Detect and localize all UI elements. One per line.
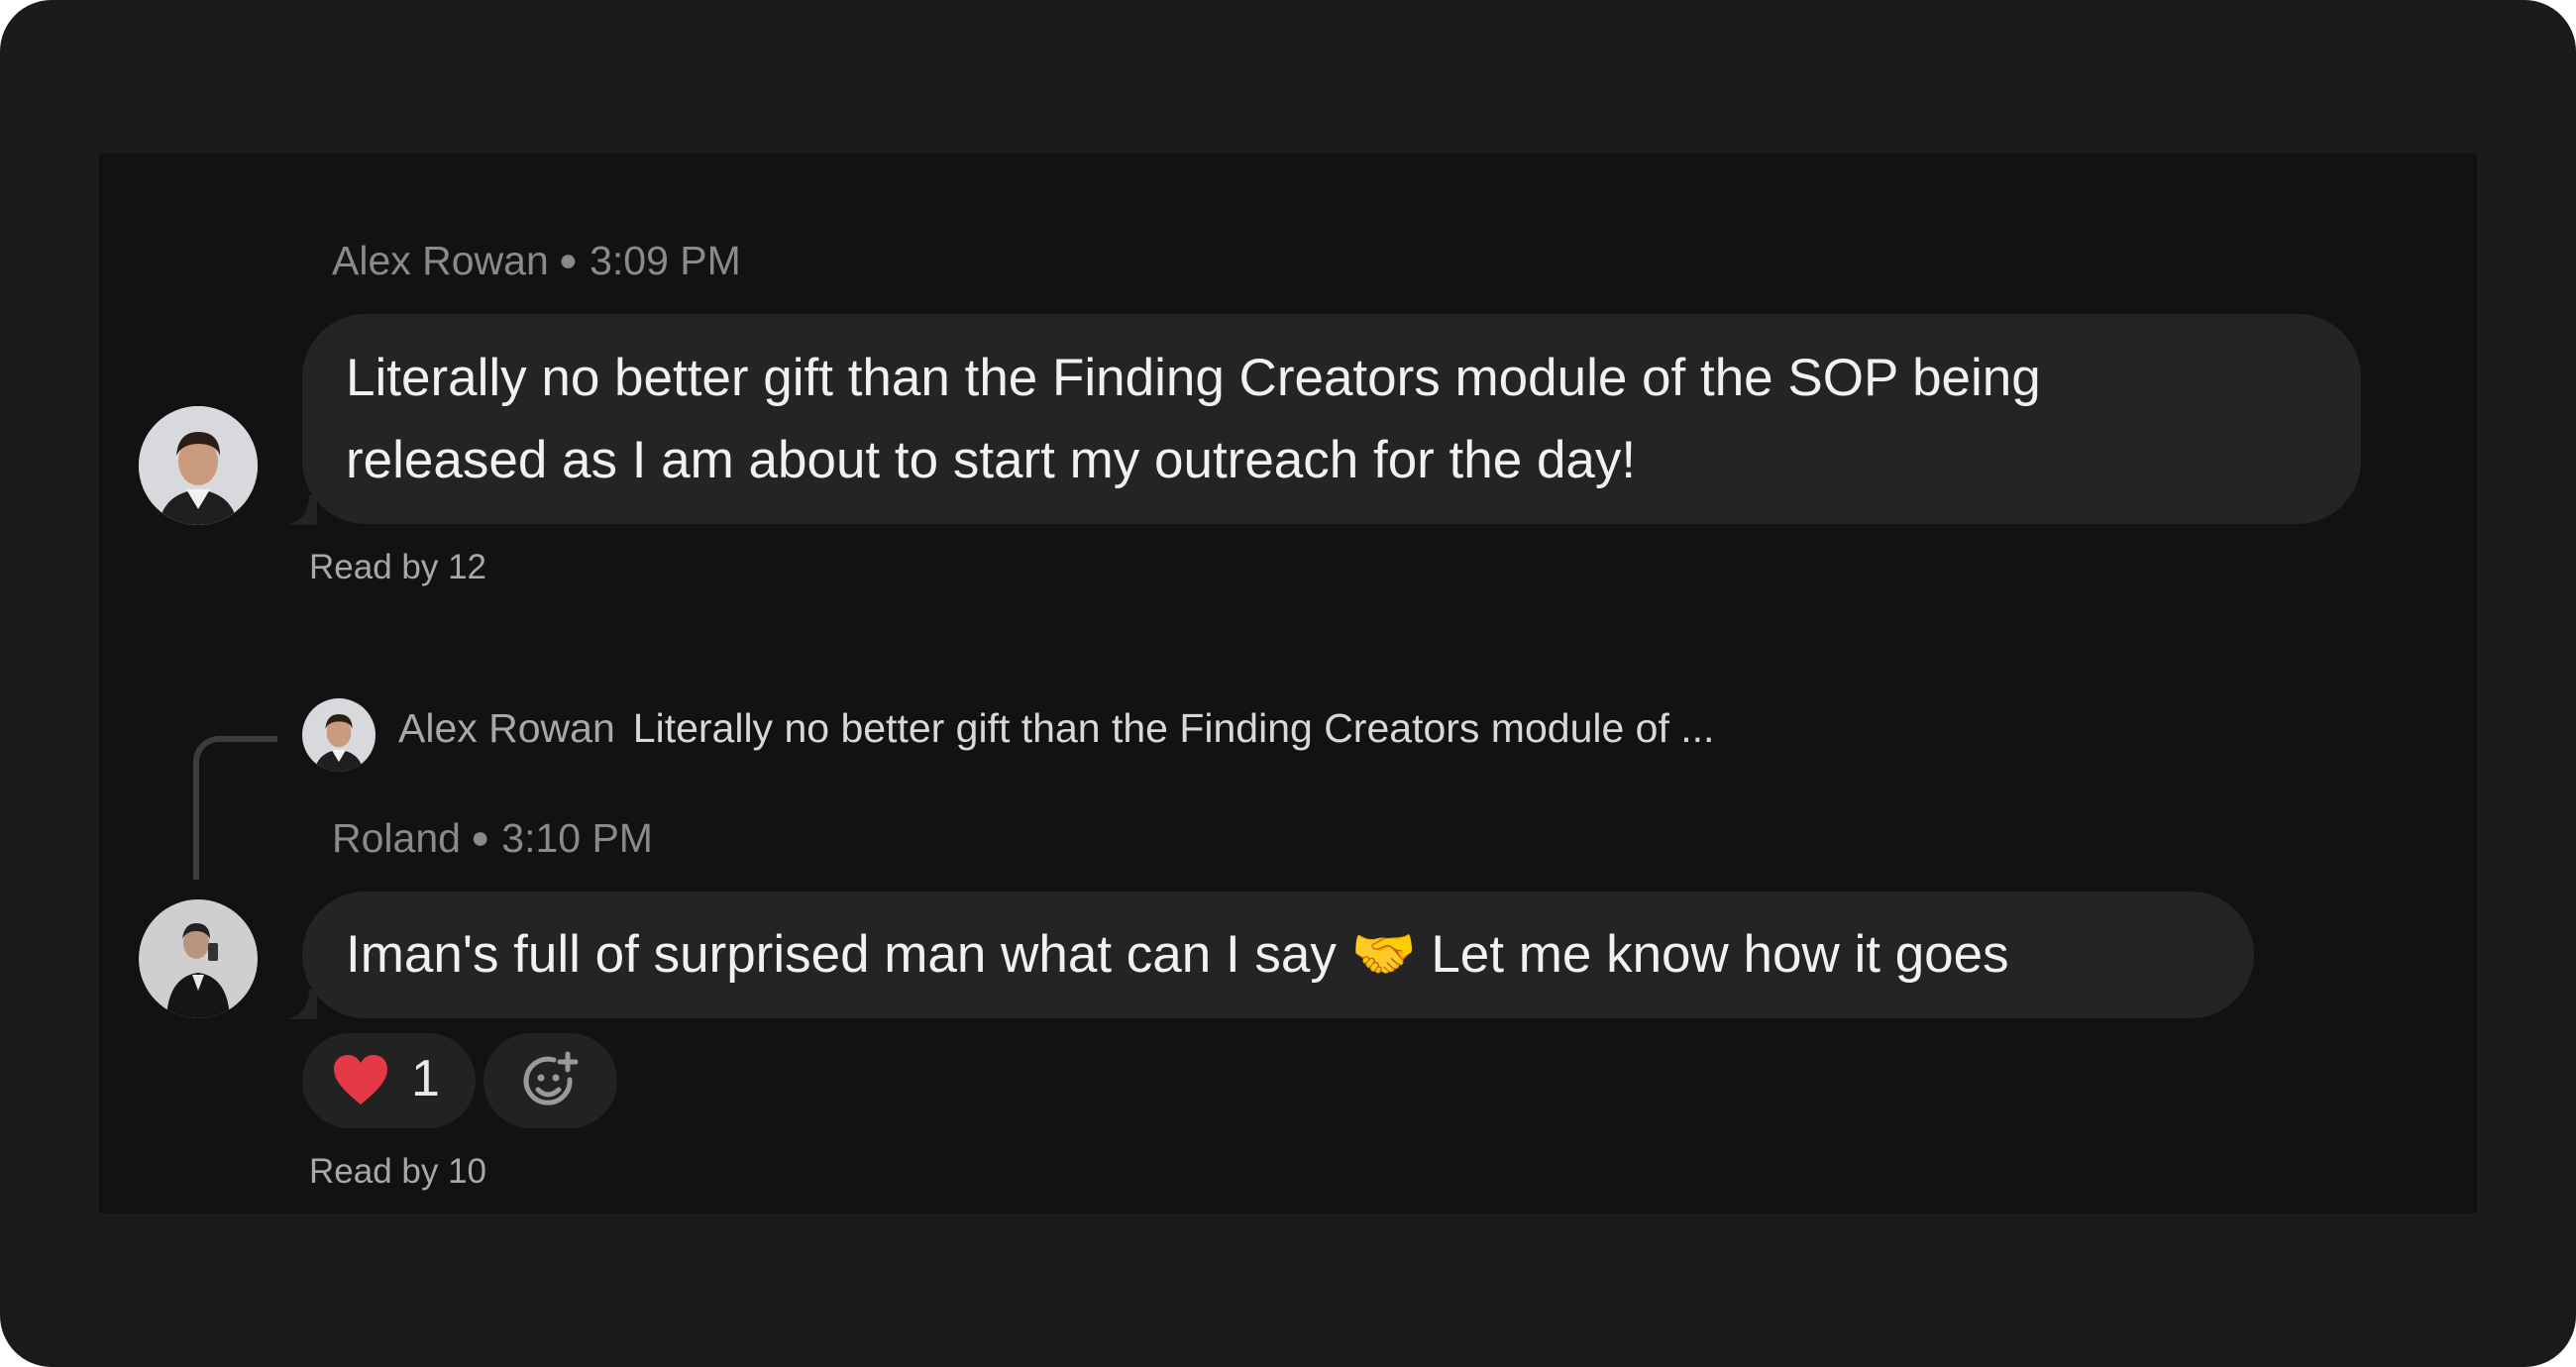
reaction-count: 1 [411, 1050, 440, 1107]
add-emoji-icon [523, 1051, 579, 1105]
add-reaction-button[interactable] [483, 1033, 617, 1128]
reaction-heart[interactable]: 1 [302, 1033, 476, 1128]
reply-author: Alex Rowan [398, 705, 615, 751]
avatar-alex-rowan[interactable] [139, 406, 258, 525]
message-meta: Roland ● 3:10 PM [332, 815, 653, 862]
reply-excerpt: Literally no better gift than the Findin… [632, 705, 1715, 751]
message-author[interactable]: Roland [332, 815, 461, 861]
separator-dot: ● [558, 242, 579, 277]
bubble-tail [287, 990, 317, 1019]
separator-dot: ● [470, 819, 490, 855]
read-receipt: Read by 12 [309, 548, 487, 586]
message-time: 3:10 PM [501, 815, 653, 861]
message-author[interactable]: Alex Rowan [332, 238, 549, 283]
message-time: 3:09 PM [590, 238, 741, 283]
message-text-line: Literally no better gift than the Findin… [346, 349, 2041, 407]
app-window: Alex Rowan ● 3:09 PM Literally no better g… [0, 0, 2576, 1367]
message-text: Iman's full of surprised man what can I … [346, 925, 2009, 984]
reply-preview[interactable]: Alex Rowan Literally no better gift than … [398, 705, 1714, 752]
message-bubble[interactable]: Literally no better gift than the Findin… [302, 314, 2361, 524]
read-receipt: Read by 10 [309, 1152, 487, 1191]
message-bubble[interactable]: Iman's full of surprised man what can I … [302, 892, 2254, 1018]
reply-connector [193, 736, 277, 880]
heart-icon [334, 1055, 387, 1104]
message-text-line: released as I am about to start my outre… [346, 431, 1637, 489]
avatar-roland[interactable] [139, 899, 258, 1018]
message-meta: Alex Rowan ● 3:09 PM [332, 238, 741, 284]
reply-avatar-alex-rowan[interactable] [302, 698, 376, 772]
bubble-tail [287, 495, 317, 525]
